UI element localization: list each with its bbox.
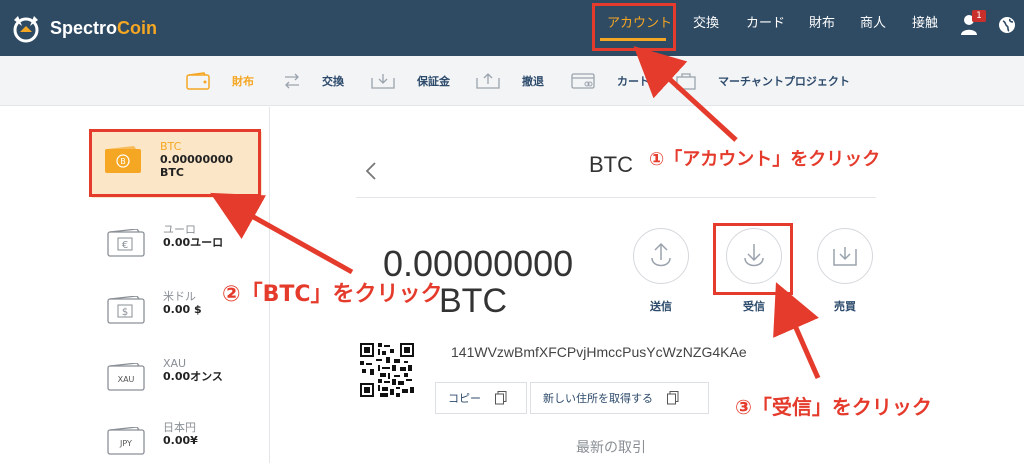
bitcoin-wallet-icon: B — [105, 146, 141, 173]
copy-button[interactable]: コピー — [435, 382, 527, 414]
brand-name: SpectroCoin — [50, 17, 158, 38]
subnav-deposit-label: 保証金 — [417, 75, 450, 88]
copy-icon — [667, 391, 679, 405]
wallet-title: BTC — [589, 152, 633, 177]
trade-icon — [833, 247, 857, 266]
receive-icon — [744, 244, 764, 267]
wallet-code: 米ドル — [163, 290, 196, 303]
subnav-merchant[interactable]: マーチャントプロジェクト — [676, 68, 850, 94]
topnav-exchange[interactable]: 交換 — [693, 0, 719, 56]
svg-text:€: € — [122, 240, 128, 251]
wallet-balance-unit: BTC — [160, 166, 184, 179]
wallet-code: XAU — [163, 357, 187, 370]
chevron-left-icon[interactable] — [365, 161, 377, 181]
svg-text:B: B — [120, 157, 126, 166]
subnav-withdraw-label: 撤退 — [522, 75, 544, 88]
send-button[interactable]: 送信 — [631, 228, 691, 314]
wallet-code: BTC — [160, 140, 182, 153]
merchant-icon — [676, 73, 696, 90]
receive-label: 受信 — [743, 300, 765, 313]
trade-label: 売買 — [834, 300, 856, 313]
wallet-item-jpy[interactable]: JPY 日本円 0.00¥ — [95, 413, 265, 471]
subnav-card-label: カード — [617, 75, 650, 88]
wallet-balance: 0.00オンス — [163, 370, 223, 383]
notification-badge: 1 — [972, 10, 986, 22]
globe-icon[interactable] — [998, 16, 1016, 34]
wallet-item-eur[interactable]: € ユーロ 0.00ユーロ — [95, 215, 265, 273]
wallet-balance: 0.00000000 — [160, 153, 234, 166]
annotation-step2: ②「BTC」をクリック — [222, 282, 443, 307]
recent-transactions-title: 最新の取引 — [576, 440, 646, 456]
topnav-contact[interactable]: 接触 — [912, 0, 938, 56]
logo[interactable]: SpectroCoin — [8, 10, 157, 46]
topnav-merchant[interactable]: 商人 — [860, 0, 886, 56]
subnav-wallet-label: 財布 — [232, 75, 254, 88]
svg-text:JPY: JPY — [119, 439, 132, 448]
euro-wallet-icon: € — [107, 229, 145, 257]
subnav-card[interactable]: カード — [571, 68, 650, 94]
exchange-icon — [285, 73, 299, 89]
title-divider — [356, 197, 876, 198]
subnav-wallet[interactable]: 財布 — [186, 68, 254, 94]
trade-button[interactable]: 売買 — [815, 228, 875, 314]
copy-icon — [495, 391, 507, 405]
annotation-step1: ①「アカウント」をクリック — [649, 149, 881, 170]
dollar-wallet-icon: $ — [107, 296, 145, 324]
topnav-active-underline — [600, 38, 666, 41]
spectrocoin-logo-icon — [13, 16, 39, 43]
wallet-address: 141WVzwBmfXFCPvjHmccPusYcWzNZG4KAe — [451, 344, 747, 360]
wallet-balance: 0.00¥ — [163, 434, 198, 447]
withdraw-icon — [476, 73, 500, 89]
wallet-item-btc[interactable]: B BTC 0.00000000 BTC — [92, 132, 262, 198]
new-address-button[interactable]: 新しい住所を取得する — [530, 382, 709, 414]
send-circle — [633, 228, 689, 284]
qr-code-icon[interactable] — [360, 343, 414, 397]
annotation-step3: ③「受信」をクリック — [735, 395, 932, 419]
yen-wallet-icon: JPY — [107, 427, 145, 455]
subnav-exchange-label: 交換 — [322, 75, 344, 88]
send-label: 送信 — [650, 300, 672, 313]
top-bar: SpectroCoin アカウント 交換 カード 財布 商人 接触 1 — [0, 0, 1024, 56]
deposit-icon — [371, 74, 395, 89]
subnav-exchange[interactable]: 交換 — [284, 68, 344, 94]
wallet-balance: 0.00 $ — [163, 303, 202, 316]
subnav-withdraw[interactable]: 撤退 — [476, 68, 544, 94]
new-address-label: 新しい住所を取得する — [543, 392, 653, 405]
trade-circle — [817, 228, 873, 284]
gold-wallet-icon: XAU — [107, 363, 145, 391]
send-icon — [651, 242, 671, 267]
wallet-code: 日本円 — [163, 421, 196, 434]
copy-label: コピー — [448, 392, 481, 405]
subnav-deposit[interactable]: 保証金 — [371, 68, 450, 94]
receive-circle — [726, 228, 782, 284]
topnav-wallet[interactable]: 財布 — [809, 0, 835, 56]
topnav-card[interactable]: カード — [746, 0, 785, 56]
svg-text:$: $ — [122, 307, 128, 318]
wallet-balance-currency: BTC — [439, 282, 507, 320]
svg-text:XAU: XAU — [118, 375, 135, 384]
wallet-icon — [186, 72, 210, 90]
card-icon — [571, 73, 595, 89]
subnav-merchant-label: マーチャントプロジェクト — [718, 75, 850, 88]
receive-button[interactable]: 受信 — [724, 228, 784, 314]
wallet-item-xau[interactable]: XAU XAU 0.00オンス — [95, 349, 265, 407]
wallet-code: ユーロ — [163, 223, 196, 236]
topnav-account[interactable]: アカウント — [607, 0, 672, 56]
sub-nav: 財布 交換 保証金 撤退 カード マーチャントプロジェクト — [0, 56, 1024, 106]
wallet-balance: 0.00ユーロ — [163, 236, 224, 249]
